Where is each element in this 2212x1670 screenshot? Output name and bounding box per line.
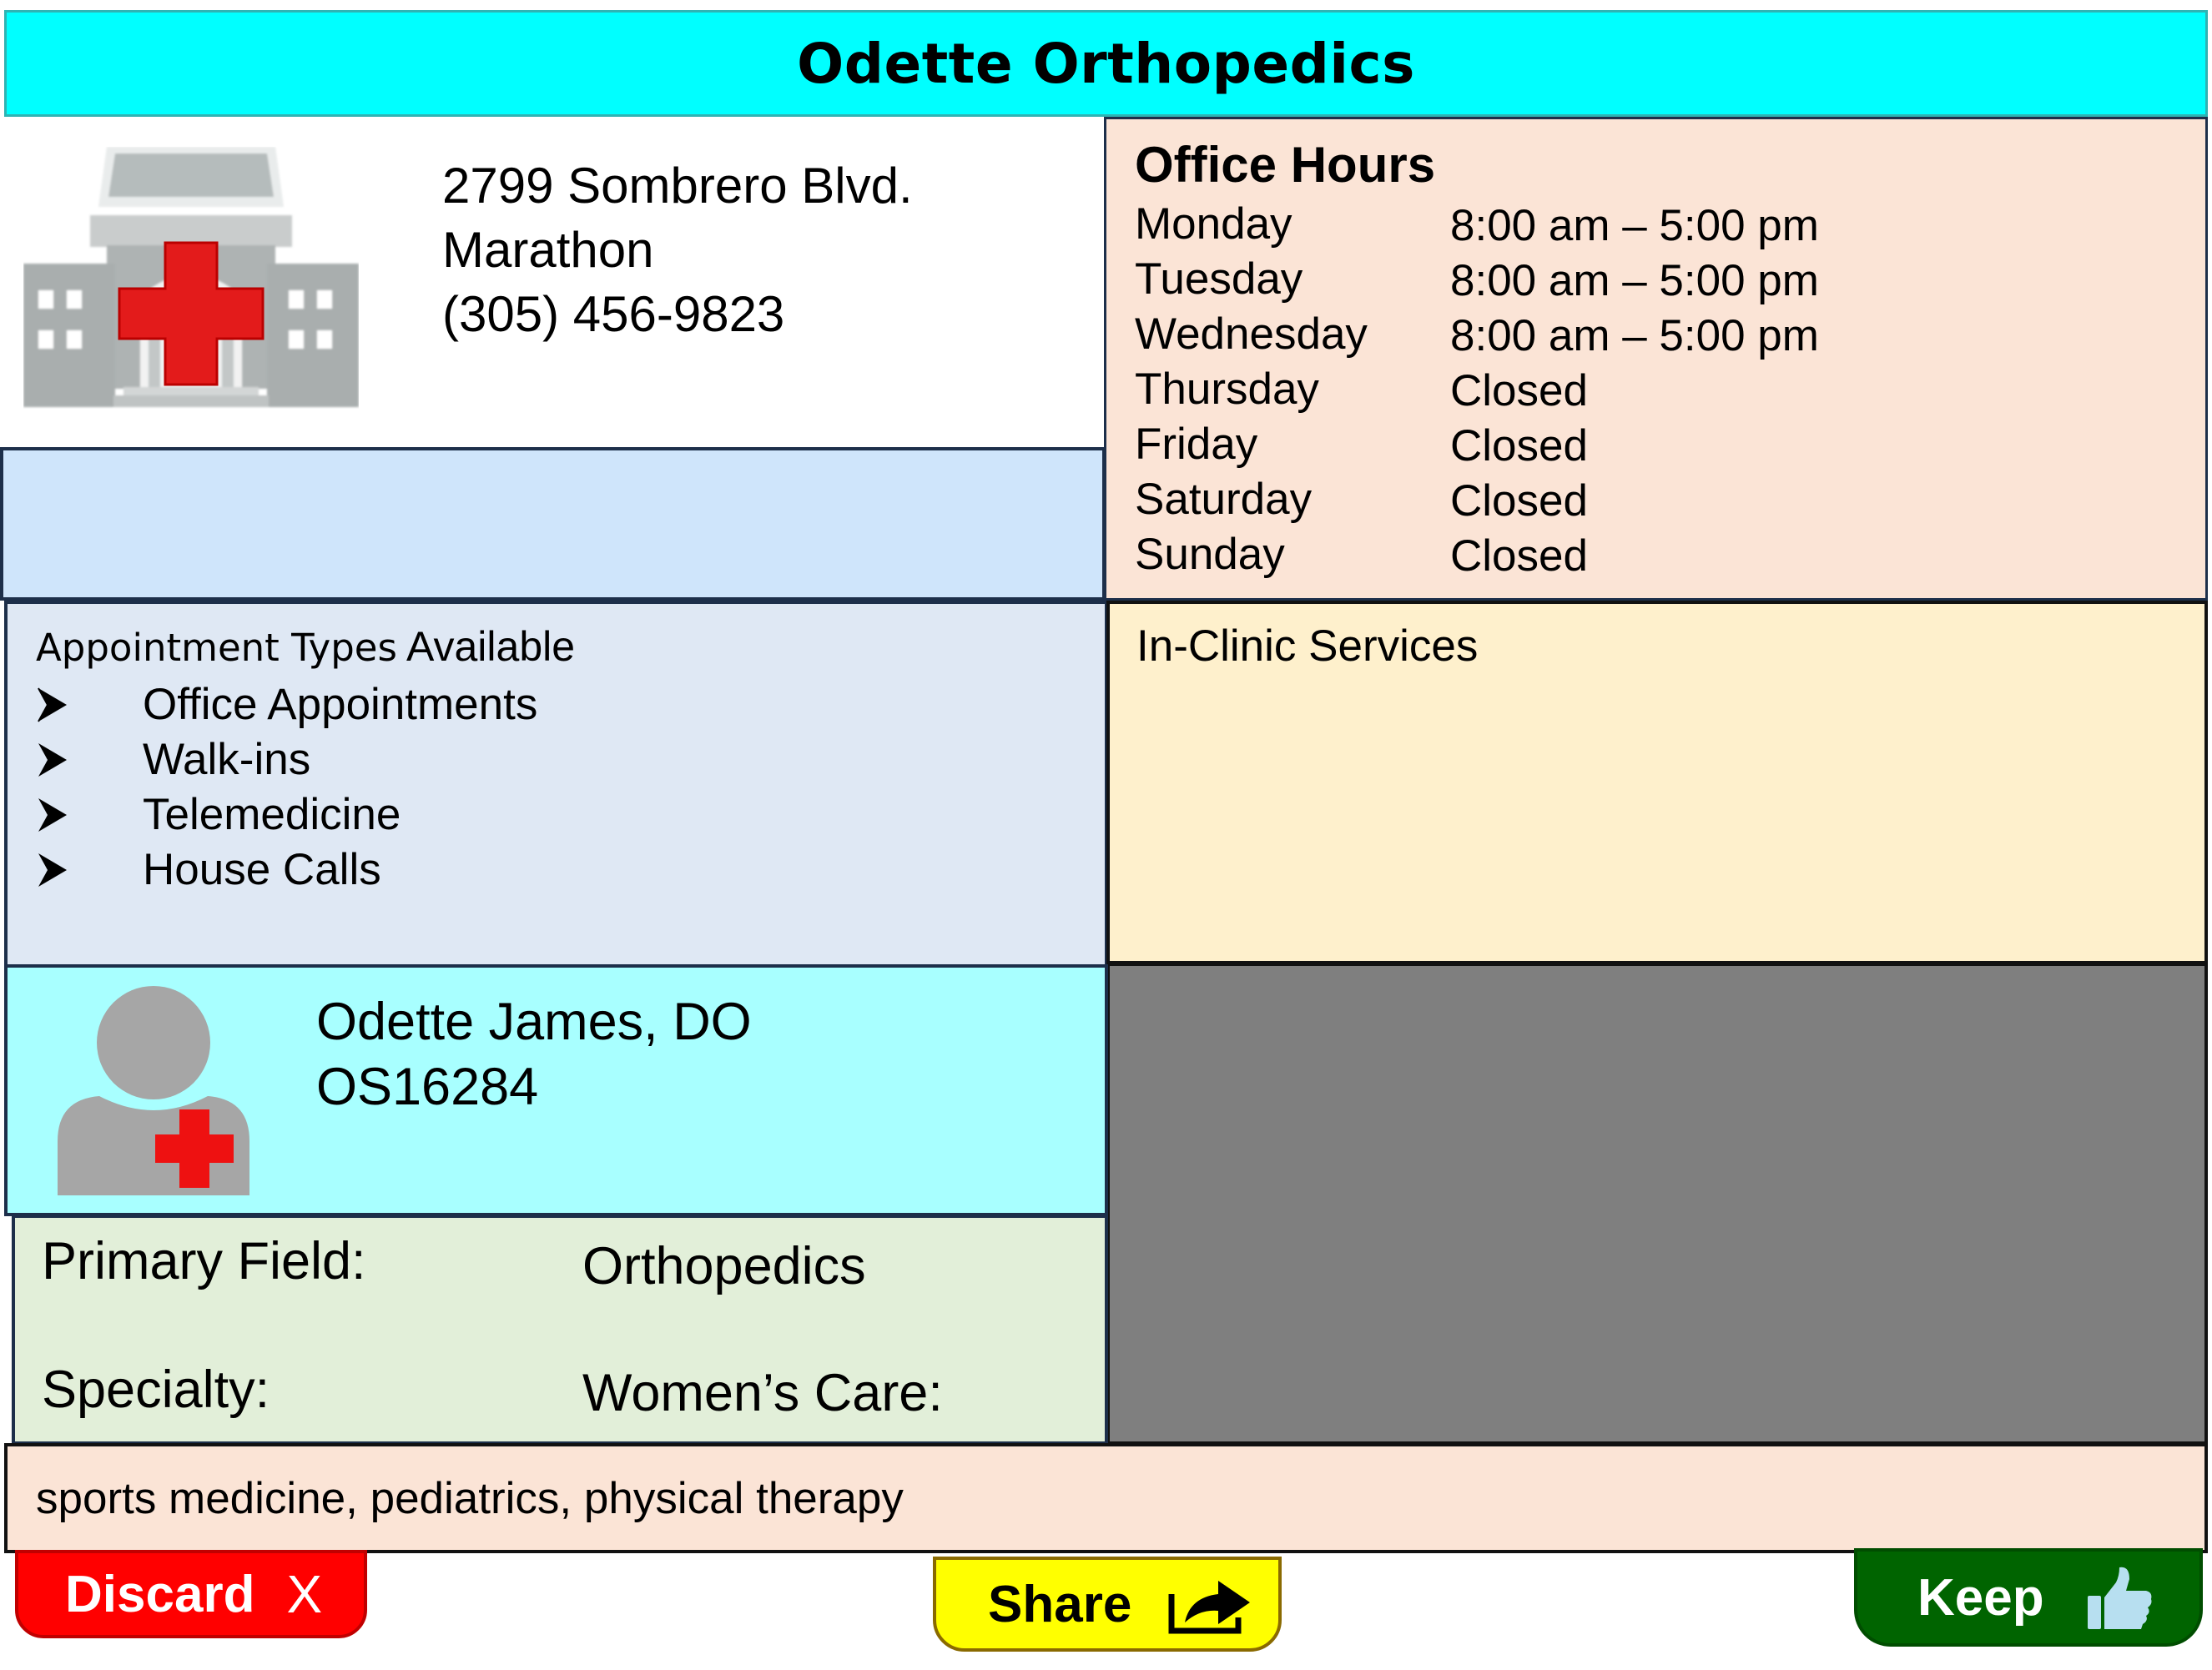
primary-field-value: Orthopedics [582,1237,866,1295]
hours-time: 8:00 am – 5:00 pm [1450,311,1819,360]
hours-time: Closed [1450,366,1588,415]
appointment-type-label: Telemedicine [143,790,401,839]
hours-time: Closed [1450,421,1588,470]
clinic-phone: (305) 456-9823 [442,286,785,342]
doctor-license-id: OS16284 [316,1058,539,1116]
title-bar: Odette Orthopedics [4,10,2208,117]
doctor-name: Odette James, DO [316,993,752,1051]
clinic-info: 2799 Sombrero Blvd. Marathon (305) 456-9… [0,117,1106,449]
in-clinic-services-panel: In-Clinic Services [1106,601,2208,964]
hours-time: Closed [1450,531,1588,581]
keep-button[interactable]: Keep [1854,1548,2203,1647]
share-button[interactable]: Share [933,1557,1282,1652]
appointment-type-label: Walk-ins [143,735,311,784]
hours-day: Friday [1135,420,1258,469]
doctor-avatar-icon [58,986,249,1208]
specialty-value: Women’s Care: [582,1364,943,1422]
doctor-info: Odette James, DO OS16284 [316,989,752,1119]
arrow-bullet-icon [38,853,67,887]
hours-day: Sunday [1135,530,1285,579]
hours-time: 8:00 am – 5:00 pm [1450,256,1819,305]
doctor-card: Odette James, DO OS16284 [4,964,1108,1216]
office-hours-panel: Office Hours Monday 8:00 am – 5:00 pm Tu… [1104,117,2208,601]
hours-time: Closed [1450,476,1588,526]
appointment-heading-rest: Available [406,623,576,670]
office-hours-title: Office Hours [1135,137,1436,193]
hours-day: Saturday [1135,475,1313,524]
address-line: 2799 Sombrero Blvd. [442,158,913,214]
services-strip: sports medicine, pediatrics, physical th… [4,1443,2208,1553]
arrow-bullet-icon [38,798,67,832]
page-title: Odette Orthopedics [797,31,1415,96]
specialty-label: Specialty: [42,1361,270,1419]
hospital-icon [23,147,359,407]
field-specialty-panel: Primary Field: Orthopedics Specialty: Wo… [12,1215,1108,1445]
close-icon: X [286,1564,323,1624]
keep-button-label: Keep [1917,1568,2044,1627]
discard-button[interactable]: Discard X [15,1550,367,1638]
appointment-type-label: Office Appointments [143,680,538,729]
services-text: sports medicine, pediatrics, physical th… [36,1474,904,1523]
address-city: Marathon [442,222,654,278]
hours-time: 8:00 am – 5:00 pm [1450,201,1819,250]
arrow-bullet-icon [38,687,67,722]
arrow-bullet-icon [38,743,67,777]
appointment-types-heading: Appointment Types Available [36,622,575,671]
map-placeholder-panel [1106,963,2208,1445]
hours-day: Monday [1135,199,1292,249]
appointment-type-label: House Calls [143,845,381,894]
empty-info-box [0,447,1106,601]
hours-day: Thursday [1135,365,1319,414]
primary-field-label: Primary Field: [42,1232,366,1290]
clinic-address: 2799 Sombrero Blvd. Marathon (305) 456-9… [442,153,913,346]
appointment-heading-main: Appointment Types [36,626,397,670]
thumbs-up-icon [2087,1567,2152,1629]
discard-button-label: Discard [65,1565,255,1623]
hours-day: Tuesday [1135,254,1303,304]
hours-day: Wednesday [1135,309,1368,359]
appointment-types-panel: Appointment Types Available Office Appoi… [4,601,1108,968]
in-clinic-services-title: In-Clinic Services [1136,621,1479,671]
share-button-label: Share [988,1575,1132,1633]
share-arrow-icon [1168,1581,1251,1634]
